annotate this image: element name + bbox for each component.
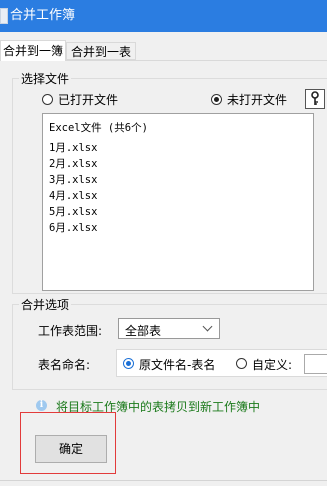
- file-list-header: Excel文件 (共6个): [49, 122, 148, 134]
- key-button[interactable]: [305, 89, 325, 109]
- tab-label: 合并到一表: [70, 45, 131, 59]
- file-list[interactable]: Excel文件 (共6个) 1月.xlsx 2月.xlsx 3月.xlsx 4月…: [42, 113, 314, 291]
- file-list-item[interactable]: 5月.xlsx: [49, 204, 97, 219]
- opened-files-radio[interactable]: [42, 94, 53, 105]
- custom-name-input[interactable]: [304, 354, 327, 374]
- window-title: 合并工作簿: [10, 8, 76, 23]
- sheet-range-label: 工作表范围:: [38, 324, 103, 338]
- sheet-naming-label: 表名命名:: [38, 358, 91, 372]
- app-icon: [0, 8, 8, 24]
- unopened-files-radio[interactable]: [211, 94, 222, 105]
- merge-options-legend: 合并选项: [21, 298, 70, 312]
- file-list-item[interactable]: 4月.xlsx: [49, 188, 97, 203]
- key-icon: [311, 91, 319, 105]
- info-icon: i: [36, 400, 47, 411]
- select-files-legend: 选择文件: [21, 72, 70, 86]
- file-list-item[interactable]: 3月.xlsx: [49, 172, 97, 187]
- unopened-files-label: 未打开文件: [227, 93, 288, 107]
- custom-name-label: 自定义:: [252, 358, 293, 372]
- file-list-item[interactable]: 2月.xlsx: [49, 156, 97, 171]
- title-bar: 合并工作簿: [0, 0, 327, 32]
- file-list-item[interactable]: 6月.xlsx: [49, 220, 97, 235]
- original-filename-radio[interactable]: [123, 358, 134, 369]
- sheet-range-select[interactable]: 全部表: [118, 318, 220, 339]
- opened-files-label: 已打开文件: [58, 93, 119, 107]
- tab-merge-to-workbook[interactable]: 合并到一簿: [0, 40, 66, 61]
- tab-merge-to-sheet[interactable]: 合并到一表: [66, 42, 136, 60]
- tab-label: 合并到一簿: [2, 44, 63, 58]
- bottom-border: [0, 480, 327, 486]
- original-filename-label: 原文件名-表名: [139, 358, 216, 372]
- ok-button[interactable]: 确定: [35, 435, 107, 463]
- chevron-down-icon: [202, 321, 213, 332]
- file-list-item[interactable]: 1月.xlsx: [49, 140, 97, 155]
- sheet-range-value: 全部表: [125, 324, 162, 338]
- custom-name-radio[interactable]: [236, 358, 247, 369]
